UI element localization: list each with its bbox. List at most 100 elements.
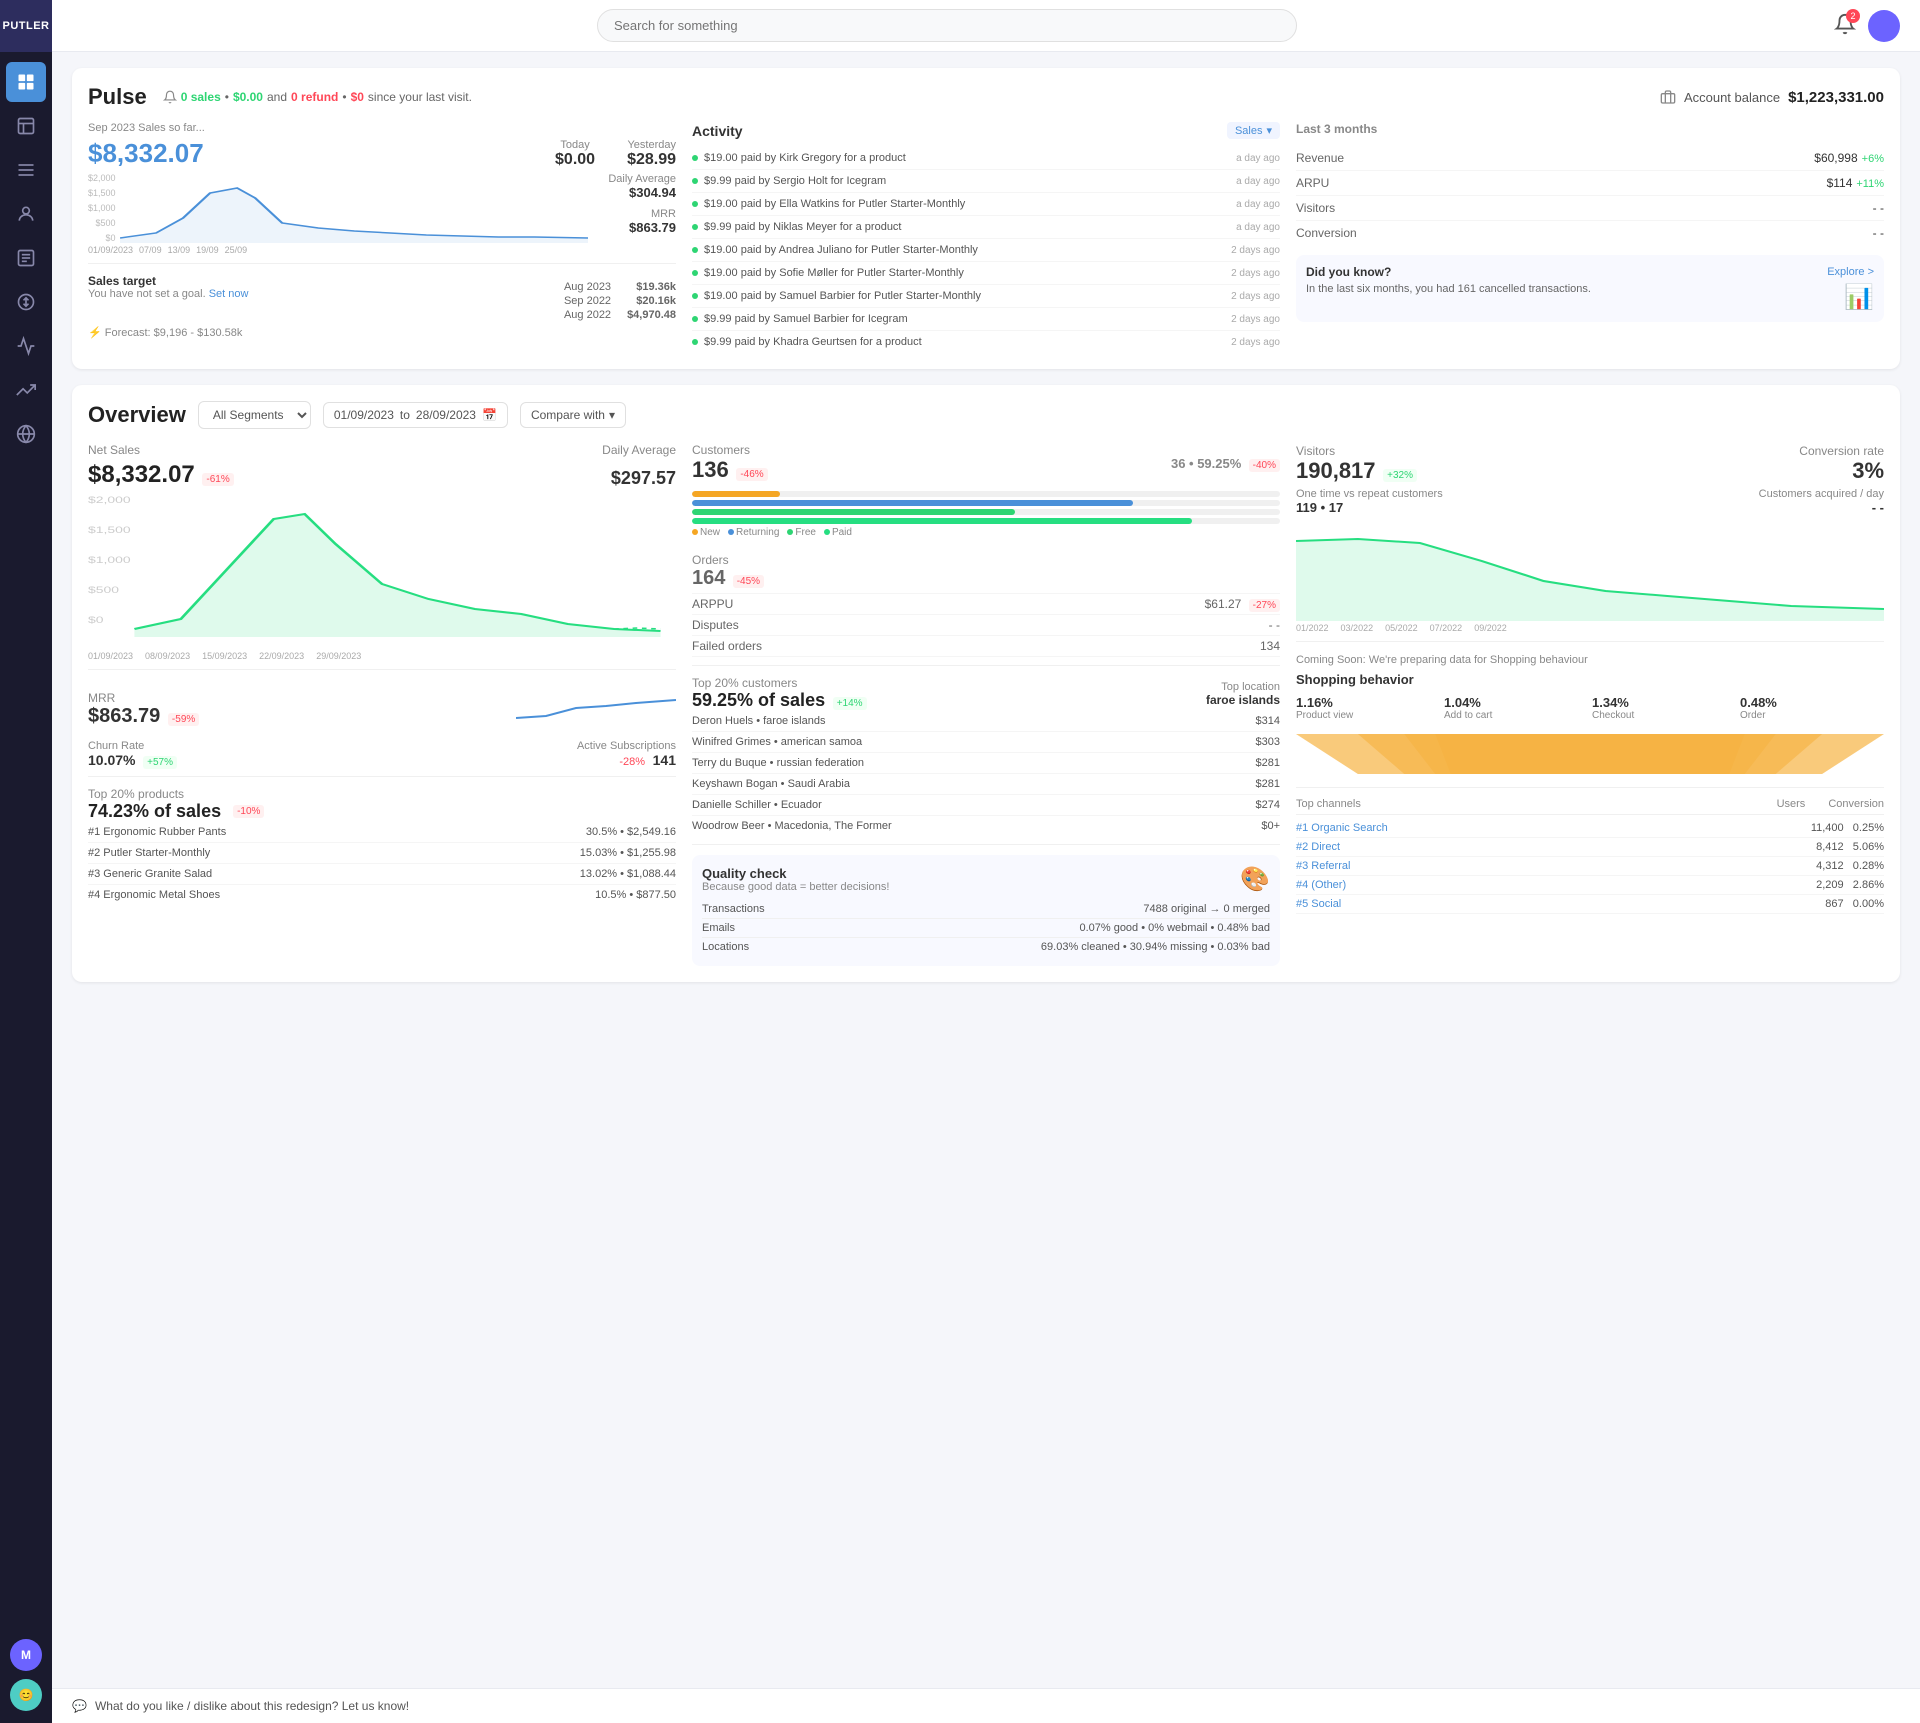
products-list: #1 Ergonomic Rubber Pants 30.5% • $2,549… [88, 822, 676, 905]
net-sales-change: -61% [202, 473, 233, 486]
list-item: $9.99 paid by Niklas Meyer for a product… [692, 216, 1280, 239]
activity-dot [692, 155, 698, 161]
sidebar-item-dashboard[interactable] [6, 62, 46, 102]
net-sales-label: Net Sales [88, 443, 140, 457]
visitors-value: 190,817 [1296, 458, 1376, 483]
net-sales-value: $8,332.07 [88, 461, 195, 488]
activity-sales-badge[interactable]: Sales ▾ [1227, 122, 1280, 139]
feedback-bar: 💬 What do you like / dislike about this … [52, 1688, 1920, 1723]
user-avatar[interactable] [1868, 10, 1900, 42]
customers-right-change: -40% [1249, 459, 1280, 472]
bar-new [692, 491, 1280, 497]
list-item: $9.99 paid by Samuel Barbier for Icegram… [692, 308, 1280, 331]
quality-header: Quality check Because good data = better… [702, 865, 1270, 894]
explore-link[interactable]: Explore > [1827, 266, 1874, 278]
pulse-suffix: since your last visit. [368, 90, 472, 104]
shopping-metric-checkout: 1.34% Checkout [1592, 695, 1736, 721]
sidebar-item-orders[interactable] [6, 238, 46, 278]
shopping-block: Coming Soon: We're preparing data for Sh… [1296, 654, 1884, 779]
chevron-down-icon: ▾ [609, 408, 615, 422]
shopping-metric-product-view: 1.16% Product view [1296, 695, 1440, 721]
feedback-text: What do you like / dislike about this re… [95, 1699, 409, 1713]
customers-label: Customers [692, 443, 768, 457]
table-row: #4 (Other) 2,209 2.86% [1296, 876, 1884, 895]
sidebar-item-chart[interactable] [6, 326, 46, 366]
churn-rate-change: +57% [143, 756, 177, 769]
active-sub-label: Active Subscriptions [577, 740, 676, 752]
sidebar-avatar-m[interactable]: M [10, 1639, 42, 1671]
pulse-body: Sep 2023 Sales so far... $8,332.07 Today… [88, 122, 1884, 353]
sidebar-item-analytics[interactable] [6, 106, 46, 146]
activity-dot [692, 178, 698, 184]
pulse-separator1: • [225, 90, 229, 104]
overview-header: Overview All Segments 01/09/2023 to 28/0… [88, 401, 1884, 429]
segment-select[interactable]: All Segments [198, 401, 311, 429]
dyk-header: Did you know? Explore > [1306, 265, 1874, 279]
quality-title: Quality check [702, 866, 889, 881]
mrr-label: MRR [596, 208, 676, 220]
top-customers-list: Deron Huels • faroe islands$314 Winifred… [692, 711, 1280, 836]
arppu-row: ARPPU $61.27 -27% [692, 594, 1280, 615]
quality-block: Quality check Because good data = better… [692, 855, 1280, 966]
shopping-metric-add-to-cart: 1.04% Add to cart [1444, 695, 1588, 721]
mrr-block: MRR $863.79 -59% [88, 678, 676, 728]
pulse-refund: 0 refund [291, 90, 338, 104]
compare-with-button[interactable]: Compare with ▾ [520, 402, 626, 428]
table-row: Danielle Schiller • Ecuador$274 [692, 795, 1280, 816]
last3-title: Last 3 months [1296, 122, 1884, 136]
top-customers-label: Top 20% customers [692, 676, 867, 690]
search-input[interactable] [597, 9, 1297, 42]
top-location-value: faroe islands [1206, 693, 1280, 707]
sidebar: PUTLER M 😊 [0, 0, 52, 1723]
sidebar-item-trending[interactable] [6, 370, 46, 410]
dyk-illustration: 📊 [1844, 283, 1874, 312]
search-box [597, 9, 1297, 42]
bar-paid [692, 518, 1280, 524]
date-range-picker[interactable]: 01/09/2023 to 28/09/2023 📅 [323, 402, 508, 428]
sidebar-item-transactions[interactable] [6, 282, 46, 322]
pulse-money: $0.00 [233, 90, 263, 104]
set-now-link[interactable]: Set now [209, 288, 249, 300]
today-value: $0.00 [555, 151, 595, 169]
sidebar-item-reports[interactable] [6, 150, 46, 190]
customers-value: 136 [692, 457, 729, 482]
quality-illustration: 🎨 [1240, 865, 1270, 894]
svg-text:$0: $0 [88, 615, 104, 625]
target-rows: Aug 2023$19.36k Sep 2022$20.16k Aug 2022… [564, 280, 676, 322]
table-row: Deron Huels • faroe islands$314 [692, 711, 1280, 732]
pulse-activity-card: Activity Sales ▾ $19.00 paid by Kirk Gre… [692, 122, 1280, 353]
chart-yaxis: $2,000$1,500$1,000$500$0 [88, 173, 120, 243]
quality-emails-row: Emails 0.07% good • 0% webmail • 0.48% b… [702, 919, 1270, 938]
table-row: #2 Direct 8,412 5.06% [1296, 838, 1884, 857]
pulse-header: Pulse 0 sales • $0.00 and 0 refund • $0 … [88, 84, 1884, 110]
activity-header: Activity Sales ▾ [692, 122, 1280, 139]
activity-dot [692, 339, 698, 345]
quality-transactions-label: Transactions [702, 903, 765, 915]
one-time-label: One time vs repeat customers [1296, 488, 1443, 500]
list-item: $9.99 paid by Sergio Holt for Icegram a … [692, 170, 1280, 193]
one-time-values: 119 • 17 - - [1296, 500, 1884, 515]
channels-header: Top channels Users Conversion [1296, 798, 1884, 815]
overview-section: Overview All Segments 01/09/2023 to 28/0… [72, 385, 1900, 982]
notification-icon[interactable]: 2 [1834, 13, 1856, 38]
account-balance-amount: $1,223,331.00 [1788, 89, 1884, 106]
account-balance: Account balance $1,223,331.00 [1660, 89, 1884, 106]
overview-right-col: Visitors 190,817 +32% Conversion rate 3% [1296, 443, 1884, 966]
disputes-row: Disputes - - [692, 615, 1280, 636]
sidebar-item-customers[interactable] [6, 194, 46, 234]
sidebar-item-location[interactable] [6, 414, 46, 454]
list-item: $9.99 paid by Khadra Geurtsen for a prod… [692, 331, 1280, 353]
activity-dot [692, 247, 698, 253]
sales-target: Sales target You have not set a goal. Se… [88, 274, 676, 339]
sidebar-avatar-smiley[interactable]: 😊 [10, 1679, 42, 1711]
top-location-label: Top location [1206, 681, 1280, 693]
sales-month-label: Sep 2023 Sales so far... [88, 122, 676, 134]
notif-badge: 2 [1846, 9, 1860, 23]
visitors-header: Visitors 190,817 +32% Conversion rate 3% [1296, 443, 1884, 484]
daily-avg-label: Daily Average [596, 173, 676, 185]
overview-left-col: Net Sales Daily Average $8,332.07 -61% $… [88, 443, 676, 966]
list-item: $19.00 paid by Sofie Møller for Putler S… [692, 262, 1280, 285]
top-customers-header: Top 20% customers 59.25% of sales +14% T… [692, 676, 1280, 711]
channels-title: Top channels [1296, 798, 1361, 810]
overview-chart-labels: 01/09/202308/09/202315/09/202322/09/2023… [88, 651, 676, 661]
